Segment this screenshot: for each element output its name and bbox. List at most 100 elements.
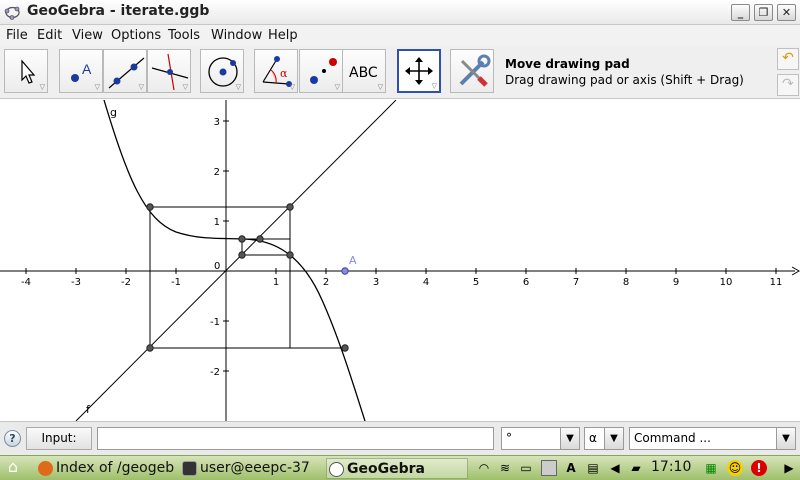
input-bar: ? Input: ° ▼ α ▼ Command ... ▼ xyxy=(0,421,800,455)
degree-symbol-select[interactable]: ° xyxy=(501,427,561,450)
svg-text:ABC: ABC xyxy=(349,65,378,81)
point[interactable] xyxy=(238,235,246,243)
point[interactable] xyxy=(286,251,294,259)
menu-tools[interactable]: Tools xyxy=(168,28,200,43)
menu-window[interactable]: Window xyxy=(211,28,262,43)
home-icon[interactable]: ⌂ xyxy=(5,459,21,475)
terminal-icon xyxy=(182,461,197,476)
point[interactable] xyxy=(146,203,154,211)
x-tick-label: -1 xyxy=(171,277,181,288)
chevron-down-icon[interactable]: ▼ xyxy=(560,427,580,450)
alert-icon[interactable]: ! xyxy=(751,460,767,476)
battery-icon[interactable]: ▭ xyxy=(518,460,534,476)
x-tick-label: 3 xyxy=(373,277,379,288)
clock: 17:10 xyxy=(651,459,692,475)
display-icon[interactable]: ▤ xyxy=(585,460,601,476)
move-graphics-tool[interactable]: ▽ xyxy=(397,49,441,93)
menu-edit[interactable]: Edit xyxy=(37,28,62,43)
network-icon[interactable]: ◠ xyxy=(476,460,492,476)
move-tool[interactable]: ▽ xyxy=(4,49,48,93)
y-tick-label: 1 xyxy=(214,217,220,228)
x-tick-label: 11 xyxy=(770,277,783,288)
task-label: GeoGebra xyxy=(347,461,425,477)
title-bar: GeoGebra - iterate.ggb _ ❐ ✕ xyxy=(0,0,800,25)
menu-file[interactable]: File xyxy=(6,28,28,43)
y-tick-label: 2 xyxy=(214,167,220,178)
task-label: user@eeepc-37 xyxy=(200,460,310,476)
text-tool[interactable]: ABC ▽ xyxy=(342,49,386,93)
y-tick-label: 3 xyxy=(214,117,220,128)
tool-help-description: Drag drawing pad or axis (Shift + Drag) xyxy=(505,73,744,87)
label-A: A xyxy=(349,254,357,267)
menu-options[interactable]: Options xyxy=(111,28,161,43)
input-label-button[interactable]: Input: xyxy=(26,427,92,450)
label-g: g xyxy=(110,106,117,119)
x-tick-label: 4 xyxy=(423,277,429,288)
toolbar: ▽ A ▽ ▽ ▽ ▽ α ▽ ▽ ABC ▽ ▽ Move drawing p… xyxy=(0,46,800,99)
task-firefox[interactable]: Index of /geogeb xyxy=(36,458,178,479)
volume-icon[interactable]: ◀ xyxy=(607,460,623,476)
calendar-icon[interactable]: ▦ xyxy=(703,460,719,476)
redo-button[interactable]: ↷ xyxy=(777,74,799,96)
circle-tool[interactable]: ▽ xyxy=(200,49,244,93)
command-select[interactable]: Command ... xyxy=(629,427,777,450)
chevron-down-icon[interactable]: ▼ xyxy=(604,427,624,450)
line-f[interactable] xyxy=(75,100,397,421)
x-tick-label: 10 xyxy=(720,277,733,288)
menu-help[interactable]: Help xyxy=(268,28,298,43)
reflect-tool[interactable]: ▽ xyxy=(299,49,343,93)
y-tick-label: -2 xyxy=(210,367,220,378)
menu-view[interactable]: View xyxy=(72,28,103,43)
label-f: f xyxy=(86,403,91,416)
angle-tool[interactable]: α ▽ xyxy=(254,49,298,93)
task-geogebra[interactable]: GeoGebra xyxy=(326,458,468,479)
svg-text:A: A xyxy=(82,61,92,77)
task-label: Index of /geogeb xyxy=(56,460,175,476)
x-tick-label: 9 xyxy=(673,277,679,288)
graphics-view[interactable]: -4 -3 -2 -1 1 2 3 4 5 6 7 8 9 10 11 3 2 1 -1 -2 0 f g A xyxy=(0,100,800,421)
wrench-screwdriver-icon xyxy=(459,54,491,87)
x-tick-label: 8 xyxy=(623,277,629,288)
line-tool[interactable]: ▽ xyxy=(103,49,147,93)
x-tick-label: -3 xyxy=(71,277,81,288)
chevron-down-icon[interactable]: ▼ xyxy=(776,427,796,450)
svg-text:α: α xyxy=(280,67,288,80)
x-tick-label: 2 xyxy=(323,277,329,288)
x-tick-label: 5 xyxy=(473,277,479,288)
drawing-pad[interactable]: -4 -3 -2 -1 1 2 3 4 5 6 7 8 9 10 11 3 2 1 -1 -2 0 f g A xyxy=(0,100,800,421)
storage-icon[interactable] xyxy=(541,460,557,476)
x-tick-label: 7 xyxy=(573,277,579,288)
perpendicular-tool[interactable]: ▽ xyxy=(147,49,191,93)
x-tick-label: -2 xyxy=(121,277,131,288)
help-icon[interactable]: ? xyxy=(4,430,21,447)
point[interactable] xyxy=(256,235,264,243)
smiley-icon[interactable]: ☺ xyxy=(727,460,743,476)
notes-icon[interactable]: ▰ xyxy=(628,460,644,476)
input-field[interactable] xyxy=(97,427,494,450)
menu-arrow-icon[interactable]: ▶ xyxy=(781,460,797,476)
window-title: GeoGebra - iterate.ggb xyxy=(27,3,210,19)
point[interactable] xyxy=(341,344,349,352)
undo-button[interactable]: ↶ xyxy=(777,48,799,70)
properties-tool[interactable] xyxy=(450,49,494,93)
taskbar: ⌂ Index of /geogeb user@eeepc-37 GeoGebr… xyxy=(0,455,800,480)
wifi-icon[interactable]: ≋ xyxy=(497,460,513,476)
point[interactable] xyxy=(238,251,246,259)
keyboard-layout-icon[interactable]: A xyxy=(563,460,579,476)
maximize-button[interactable]: ❐ xyxy=(754,4,773,21)
point-tool[interactable]: A ▽ xyxy=(59,49,103,93)
point-A[interactable] xyxy=(341,267,349,275)
x-tick-label: 1 xyxy=(273,277,279,288)
task-terminal[interactable]: user@eeepc-37 xyxy=(180,458,326,479)
alpha-symbol-select[interactable]: α xyxy=(584,427,605,450)
curve-g[interactable] xyxy=(103,100,366,421)
point[interactable] xyxy=(286,203,294,211)
firefox-icon xyxy=(38,461,53,476)
point[interactable] xyxy=(146,344,154,352)
close-button[interactable]: ✕ xyxy=(777,4,796,21)
origin-label: 0 xyxy=(214,261,220,272)
tool-help-title: Move drawing pad xyxy=(505,57,630,71)
y-tick-label: -1 xyxy=(210,317,220,328)
x-tick-label: -4 xyxy=(21,277,31,288)
minimize-button[interactable]: _ xyxy=(731,4,750,21)
